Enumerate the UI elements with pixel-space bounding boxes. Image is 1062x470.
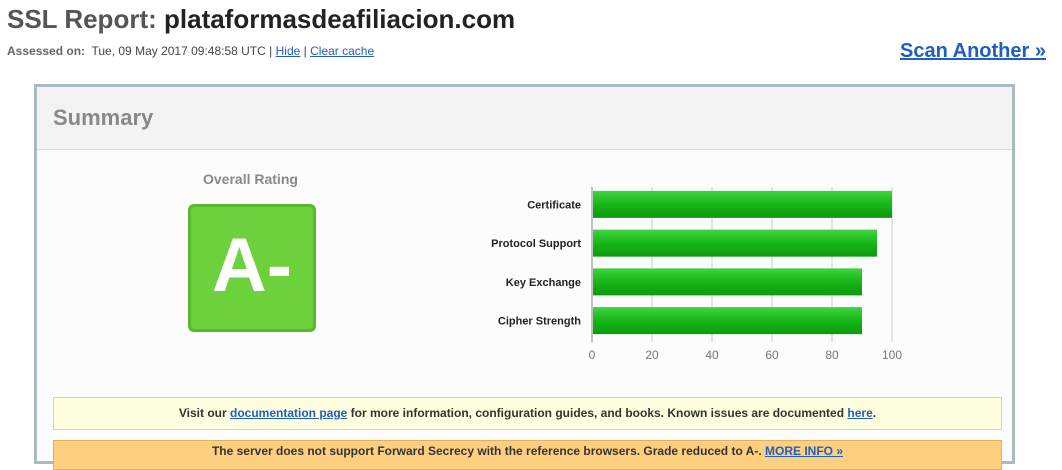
forward-secrecy-warning: The server does not support Forward Secr… bbox=[53, 440, 1002, 470]
chart-x-tick-label: 100 bbox=[882, 348, 902, 362]
report-domain: plataformasdeafiliacion.com bbox=[164, 4, 516, 34]
chart-x-tick-label: 20 bbox=[645, 348, 659, 362]
chart-bar-protocol-support bbox=[593, 229, 877, 257]
documentation-page-link[interactable]: documentation page bbox=[230, 406, 347, 420]
clear-cache-link[interactable]: Clear cache bbox=[310, 44, 374, 58]
rating-bar-chart: 0 20 40 60 80 100 Certificate Protocol Support K… bbox=[491, 187, 902, 362]
docs-prefix: Visit our bbox=[178, 406, 230, 420]
chart-bar-key-exchange bbox=[593, 268, 862, 296]
report-title-prefix: SSL Report: bbox=[7, 4, 157, 34]
separator: | bbox=[303, 44, 307, 58]
assessed-on-line: Assessed on: Tue, 09 May 2017 09:48:58 U… bbox=[7, 44, 374, 58]
docs-middle: for more information, configuration guid… bbox=[347, 406, 848, 420]
hide-link[interactable]: Hide bbox=[276, 44, 301, 58]
chart-category-label: Cipher Strength bbox=[498, 316, 581, 328]
chart-bar-certificate bbox=[593, 190, 892, 218]
docs-end: . bbox=[872, 406, 877, 420]
chart-category-label: Protocol Support bbox=[491, 238, 581, 250]
summary-panel: Summary Overall Rating A- 0 20 40 60 80 100 Ce… bbox=[34, 84, 1015, 470]
known-issues-link[interactable]: here bbox=[847, 406, 872, 420]
more-info-link[interactable]: MORE INFO » bbox=[765, 444, 843, 458]
chart-category-label: Certificate bbox=[527, 199, 581, 211]
assessed-label: Assessed on: bbox=[7, 44, 86, 58]
documentation-notice: Visit our documentation page for more in… bbox=[53, 397, 1002, 430]
chart-bar-cipher-strength bbox=[593, 307, 862, 335]
report-title: SSL Report: plataformasdeafiliacion.com bbox=[7, 4, 515, 35]
assessed-date: Tue, 09 May 2017 09:48:58 UTC bbox=[91, 44, 266, 58]
chart-x-tick-label: 0 bbox=[589, 348, 596, 362]
warning-text: The server does not support Forward Secr… bbox=[211, 444, 762, 458]
chart-x-tick-label: 60 bbox=[765, 348, 779, 362]
separator: | bbox=[269, 44, 273, 58]
chart-x-tick-label: 80 bbox=[825, 348, 839, 362]
chart-category-label: Key Exchange bbox=[506, 277, 581, 289]
scan-another-link[interactable]: Scan Another » bbox=[900, 40, 1046, 63]
chart-x-tick-label: 40 bbox=[705, 348, 719, 362]
